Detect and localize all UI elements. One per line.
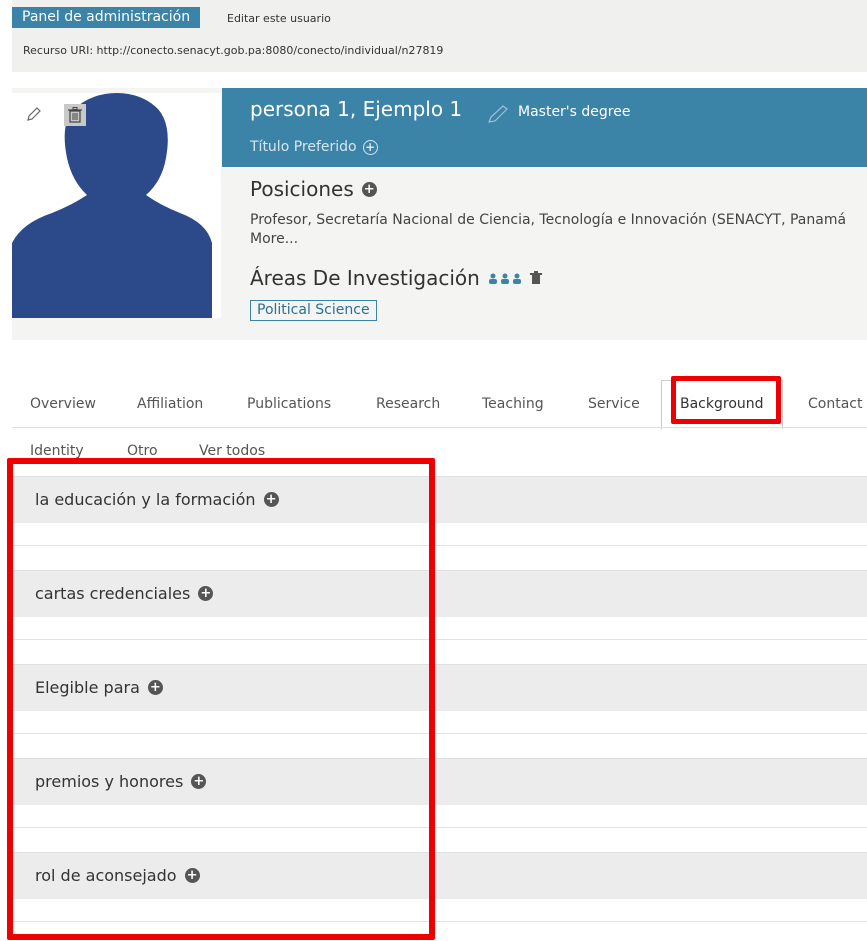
degree-label: Master's degree	[518, 104, 631, 120]
add-position-plus-icon[interactable]: +	[361, 181, 377, 197]
admin-panel: Panel de administración Editar este usua…	[12, 0, 867, 72]
admin-panel-title: Panel de administración	[12, 7, 201, 28]
research-keyword-tag[interactable]: Political Science	[250, 300, 377, 321]
research-areas-heading: Áreas De Investigación	[250, 266, 542, 290]
preferred-title: Título Preferido +	[250, 139, 378, 155]
preferred-title-label: Título Preferido	[250, 139, 357, 155]
tab-publications[interactable]: Publications	[247, 396, 331, 412]
positions-heading: Posiciones +	[250, 177, 377, 201]
tab-research[interactable]: Research	[376, 396, 440, 412]
tab-identity[interactable]: Identity	[30, 443, 84, 459]
add-preferred-title-plus-icon[interactable]: +	[362, 139, 378, 155]
tab-overview[interactable]: Overview	[30, 396, 96, 412]
tabs-divider	[12, 427, 867, 428]
highlight-background-tab	[671, 376, 781, 424]
edit-photo-pencil-icon[interactable]	[26, 106, 42, 122]
resource-uri: Recurso URI: http://conecto.senacyt.gob.…	[23, 44, 444, 57]
profile-photo	[12, 93, 221, 318]
delete-research-trash-icon[interactable]	[529, 266, 542, 290]
more-positions-link[interactable]: More...	[250, 231, 298, 247]
profile-header: persona 1, Ejemplo 1 Master's degree Tít…	[12, 88, 867, 340]
tab-service[interactable]: Service	[588, 396, 640, 412]
person-name: persona 1, Ejemplo 1	[250, 97, 463, 121]
tab-affiliation[interactable]: Affiliation	[137, 396, 203, 412]
tab-otro[interactable]: Otro	[127, 443, 158, 459]
positions-heading-label: Posiciones	[250, 177, 354, 201]
name-bar: persona 1, Ejemplo 1 Master's degree Tít…	[222, 88, 867, 167]
position-text[interactable]: Profesor, Secretaría Nacional de Ciencia…	[250, 212, 846, 228]
tab-contact[interactable]: Contact	[808, 396, 862, 412]
highlight-sections	[7, 458, 435, 940]
manage-people-icon[interactable]	[488, 266, 522, 290]
research-areas-label: Áreas De Investigación	[250, 266, 480, 290]
edit-name-pencil-icon[interactable]	[487, 104, 509, 128]
tab-teaching[interactable]: Teaching	[482, 396, 544, 412]
edit-user-link[interactable]: Editar este usuario	[227, 12, 331, 25]
delete-photo-trash-icon[interactable]	[64, 104, 86, 126]
tab-ver-todos[interactable]: Ver todos	[199, 443, 265, 459]
